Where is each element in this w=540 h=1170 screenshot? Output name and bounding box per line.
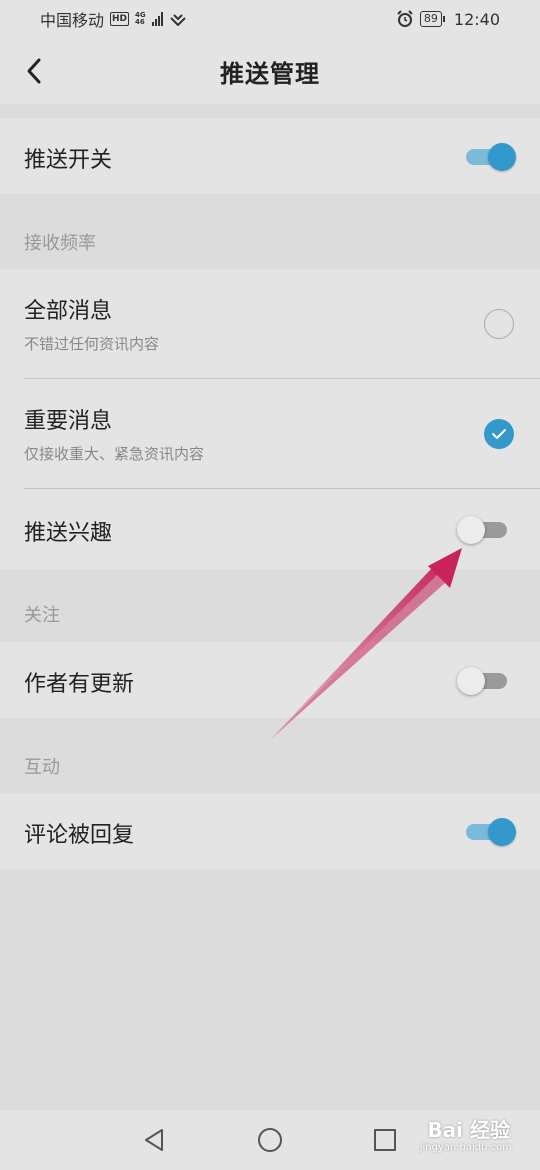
frequency-option-important[interactable]: 重要消息 仅接收重大、紧急资讯内容 <box>0 379 540 489</box>
option-important-sub: 仅接收重大、紧急资讯内容 <box>24 445 205 463</box>
interaction-section-label: 互动 <box>24 757 60 778</box>
triangle-back-icon <box>145 1129 163 1151</box>
comment-reply-label: 评论被回复 <box>24 823 135 848</box>
option-important-label: 重要消息 <box>24 409 113 434</box>
frequency-section-label: 接收频率 <box>24 233 96 254</box>
author-update-label: 作者有更新 <box>24 672 135 697</box>
status-left: 中国移动 HD 4G 46 <box>40 7 187 31</box>
nav-recents-button[interactable] <box>370 1125 400 1155</box>
push-switch-row[interactable]: 推送开关 <box>0 118 540 194</box>
network-type: 4G 46 <box>135 12 146 26</box>
frequency-option-all[interactable]: 全部消息 不错过任何资讯内容 <box>0 269 540 379</box>
radio-important-messages[interactable] <box>484 419 514 449</box>
page-title: 推送管理 <box>220 59 320 88</box>
author-update-row[interactable]: 作者有更新 <box>0 642 540 718</box>
clock: 12:40 <box>453 9 500 29</box>
watermark-sub: jingyan.baidu.com <box>419 1142 512 1153</box>
wifi-icon <box>169 14 186 26</box>
nav-home-button[interactable] <box>255 1125 285 1155</box>
push-interest-row[interactable]: 推送兴趣 <box>0 489 540 569</box>
push-switch-label: 推送开关 <box>24 148 113 173</box>
hd-badge: HD <box>110 12 130 26</box>
author-update-toggle[interactable] <box>457 665 509 695</box>
option-all-label: 全部消息 <box>24 299 113 324</box>
nav-back-button[interactable] <box>140 1125 170 1155</box>
circle-home-icon <box>258 1128 282 1152</box>
comment-reply-row[interactable]: 评论被回复 <box>0 793 540 869</box>
push-switch-toggle[interactable] <box>464 141 516 171</box>
status-bar: 中国移动 HD 4G 46 89 12:40 <box>0 0 540 38</box>
comment-reply-toggle[interactable] <box>464 816 516 846</box>
check-icon <box>492 429 506 439</box>
watermark: Bai 经验 <box>427 1118 510 1142</box>
signal-icon <box>151 12 163 26</box>
alarm-icon <box>397 10 413 27</box>
push-interest-toggle[interactable] <box>457 514 509 544</box>
carrier-name: 中国移动 <box>40 11 105 30</box>
square-recents-icon <box>374 1129 396 1151</box>
battery-indicator: 89 <box>419 11 445 27</box>
header: 推送管理 <box>0 38 540 104</box>
push-interest-label: 推送兴趣 <box>24 521 113 546</box>
network-type-bottom: 46 <box>135 18 145 26</box>
option-all-sub: 不错过任何资讯内容 <box>24 335 160 353</box>
follow-section-label: 关注 <box>24 605 60 626</box>
back-button[interactable] <box>14 51 54 91</box>
status-right: 89 12:40 <box>396 10 500 29</box>
chevron-left-icon <box>27 58 41 84</box>
radio-all-messages[interactable] <box>484 309 514 339</box>
